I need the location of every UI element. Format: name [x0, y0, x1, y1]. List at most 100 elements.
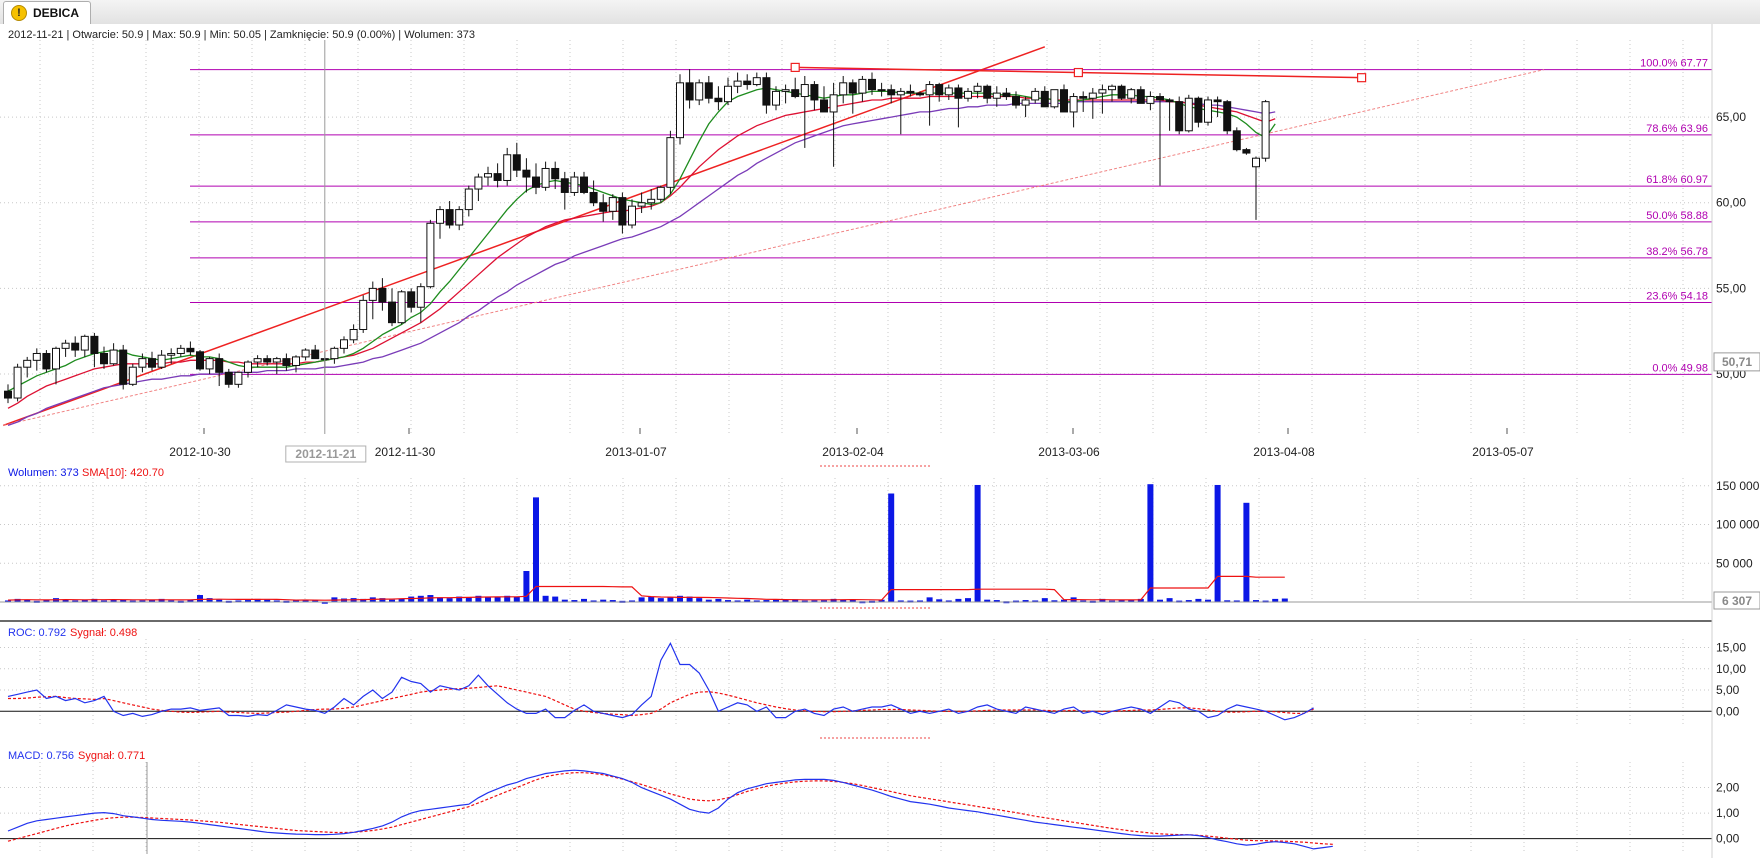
candle[interactable]: [80, 335, 89, 351]
volume-bar[interactable]: [1243, 502, 1250, 602]
volume-bar[interactable]: [965, 598, 971, 602]
candle[interactable]: [244, 361, 252, 373]
candle[interactable]: [301, 349, 310, 358]
candle[interactable]: [656, 186, 665, 200]
candle[interactable]: [589, 191, 598, 204]
candle[interactable]: [676, 82, 684, 139]
candle[interactable]: [215, 358, 224, 373]
candle[interactable]: [42, 352, 51, 370]
candle[interactable]: [781, 89, 790, 92]
candle[interactable]: [148, 358, 156, 368]
candle[interactable]: [1117, 85, 1126, 99]
candle[interactable]: [1136, 89, 1145, 104]
candle[interactable]: [810, 84, 819, 101]
candle[interactable]: [282, 358, 291, 366]
candle[interactable]: [704, 82, 713, 99]
volume-bar[interactable]: [696, 598, 703, 602]
candle[interactable]: [541, 167, 550, 188]
candle[interactable]: [263, 358, 272, 363]
candle[interactable]: [925, 84, 934, 96]
candle[interactable]: [1156, 96, 1164, 101]
volume-bar[interactable]: [638, 597, 645, 602]
candle[interactable]: [100, 352, 108, 365]
candle[interactable]: [685, 82, 694, 101]
candle[interactable]: [4, 390, 12, 399]
candle[interactable]: [1069, 96, 1078, 113]
candle[interactable]: [493, 173, 502, 181]
candle[interactable]: [896, 90, 905, 96]
candle[interactable]: [90, 335, 99, 354]
candle[interactable]: [464, 188, 473, 211]
volume-bar[interactable]: [888, 493, 895, 603]
candle[interactable]: [426, 222, 435, 288]
candle[interactable]: [570, 176, 579, 193]
candle[interactable]: [109, 349, 118, 365]
candle[interactable]: [397, 291, 406, 324]
trend-line-handle[interactable]: [1073, 67, 1084, 78]
candle[interactable]: [445, 209, 454, 226]
candle[interactable]: [272, 358, 281, 363]
candle[interactable]: [474, 176, 483, 190]
candle[interactable]: [503, 154, 512, 181]
candle[interactable]: [733, 80, 742, 87]
volume-bar[interactable]: [1147, 484, 1154, 602]
candle[interactable]: [1223, 101, 1232, 132]
candle[interactable]: [368, 287, 377, 301]
volume-bar[interactable]: [1041, 598, 1048, 602]
volume-bar[interactable]: [926, 597, 933, 602]
candle[interactable]: [858, 78, 867, 94]
candle[interactable]: [455, 209, 464, 226]
volume-bar[interactable]: [465, 597, 472, 602]
candle[interactable]: [829, 94, 838, 113]
candle[interactable]: [532, 176, 540, 188]
candle[interactable]: [944, 87, 953, 96]
candle[interactable]: [1050, 89, 1059, 108]
candle[interactable]: [1040, 90, 1049, 108]
candle[interactable]: [637, 202, 646, 207]
candle[interactable]: [877, 89, 886, 92]
candle[interactable]: [292, 356, 300, 366]
candle[interactable]: [1175, 101, 1184, 132]
volume-bar[interactable]: [657, 598, 664, 602]
candle[interactable]: [1088, 92, 1097, 99]
candle[interactable]: [1021, 99, 1030, 106]
candle[interactable]: [887, 89, 896, 96]
candle[interactable]: [407, 291, 416, 308]
candle[interactable]: [1165, 99, 1174, 103]
candle[interactable]: [1232, 130, 1241, 151]
candle[interactable]: [1012, 96, 1020, 106]
candle[interactable]: [800, 84, 809, 98]
candle[interactable]: [1184, 97, 1193, 132]
candle[interactable]: [916, 92, 924, 96]
candle[interactable]: [580, 176, 588, 193]
candle[interactable]: [992, 92, 1001, 99]
candle[interactable]: [820, 99, 828, 113]
candle[interactable]: [1213, 99, 1222, 103]
candle[interactable]: [186, 347, 195, 353]
candle[interactable]: [1002, 92, 1011, 98]
candle[interactable]: [1108, 85, 1116, 91]
candle[interactable]: [311, 349, 320, 360]
candle[interactable]: [618, 197, 627, 226]
volume-bar[interactable]: [667, 597, 674, 602]
candle[interactable]: [772, 90, 780, 106]
volume-bar[interactable]: [552, 596, 559, 602]
candle[interactable]: [388, 301, 396, 324]
candle[interactable]: [176, 347, 185, 354]
candle[interactable]: [138, 358, 147, 368]
candle[interactable]: [608, 197, 617, 212]
volume-bar[interactable]: [974, 484, 981, 602]
candle[interactable]: [512, 154, 521, 171]
candle[interactable]: [157, 354, 166, 368]
volume-bar[interactable]: [542, 595, 549, 602]
candle[interactable]: [628, 205, 636, 226]
candle[interactable]: [1194, 97, 1203, 123]
candle[interactable]: [61, 342, 70, 349]
candle[interactable]: [954, 87, 963, 99]
candle[interactable]: [71, 342, 80, 351]
candle[interactable]: [762, 77, 771, 106]
candle[interactable]: [234, 371, 243, 385]
candle[interactable]: [848, 82, 857, 94]
candle[interactable]: [839, 82, 848, 96]
candle[interactable]: [1242, 149, 1251, 154]
